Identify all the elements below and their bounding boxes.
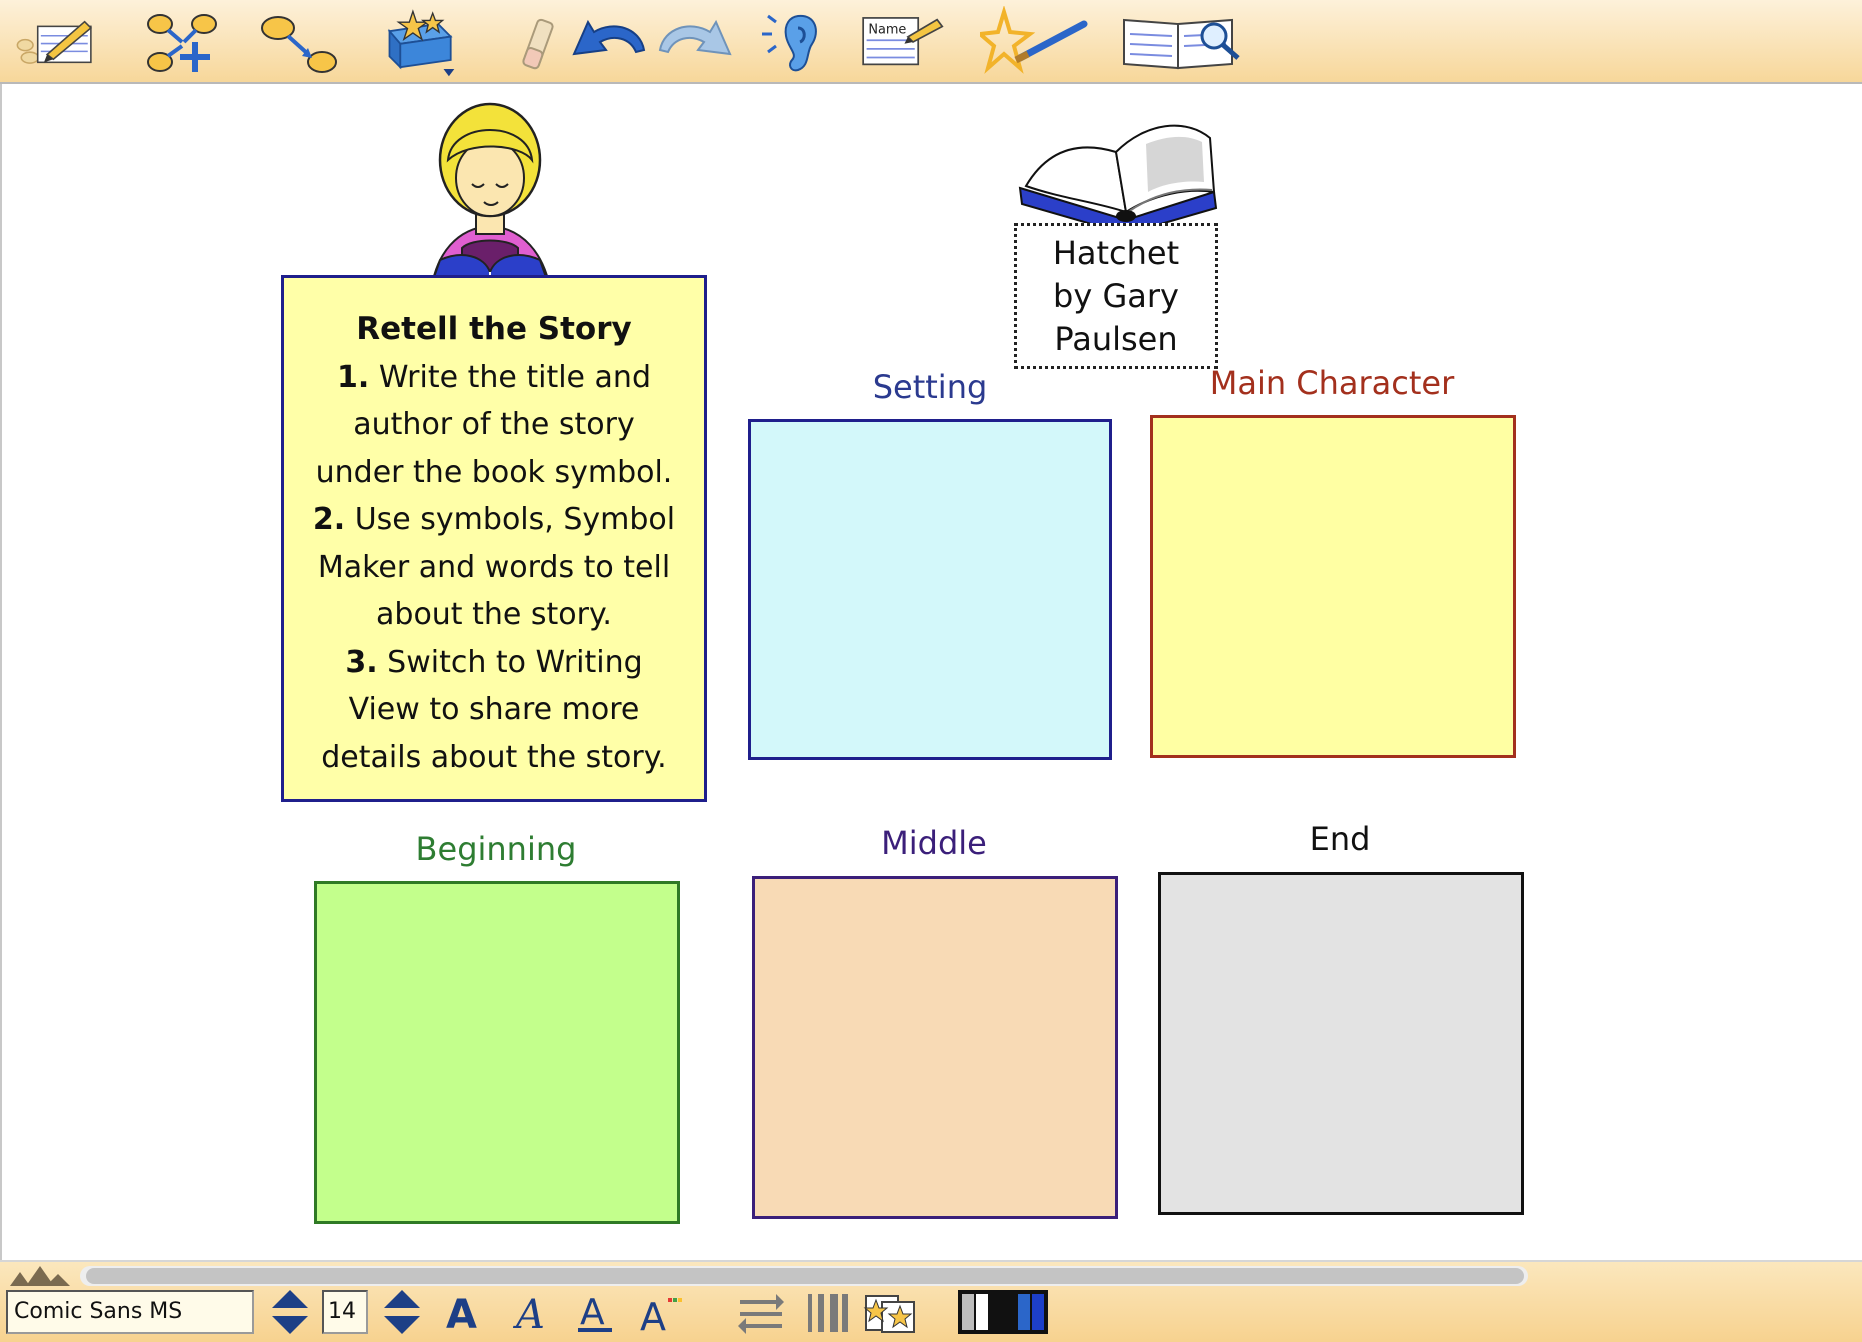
- instructions-title: Retell the Story: [356, 311, 632, 347]
- instructions-line: author of the story: [353, 407, 635, 442]
- name-icon[interactable]: Name: [858, 6, 944, 78]
- instructions-line: View to share more: [348, 692, 640, 727]
- create-link-icon[interactable]: [256, 6, 342, 78]
- overview-toggle-icon[interactable]: [6, 1262, 72, 1288]
- font-size-stepper-icon[interactable]: [270, 1288, 310, 1336]
- instructions-line: 1. Write the title and: [337, 359, 651, 395]
- instructions-line: about the story.: [376, 597, 612, 632]
- book-author-line: by Gary: [1053, 277, 1179, 315]
- symbol-maker-icon[interactable]: [975, 5, 1090, 78]
- listen-icon[interactable]: [758, 6, 844, 78]
- horizontal-scroll-thumb[interactable]: [86, 1268, 1524, 1284]
- svg-text:A: A: [446, 1292, 477, 1336]
- undo-icon[interactable]: [566, 6, 652, 78]
- svg-text:A: A: [512, 1292, 545, 1336]
- symbol-style-icon[interactable]: [862, 1288, 918, 1336]
- rapid-fire-icon[interactable]: [140, 6, 226, 78]
- instructions-line: 3. Switch to Writing: [345, 644, 643, 680]
- size-stepper-icon[interactable]: [382, 1288, 422, 1336]
- writing-view-icon[interactable]: [1118, 6, 1244, 78]
- girl-reading-symbol[interactable]: [400, 100, 580, 301]
- main-character-label: Main Character: [1209, 364, 1455, 402]
- middle-box[interactable]: [752, 876, 1118, 1219]
- italic-icon[interactable]: A: [510, 1288, 554, 1338]
- svg-text:Name: Name: [868, 22, 906, 37]
- redo-icon[interactable]: [652, 6, 738, 78]
- beginning-box[interactable]: [314, 881, 680, 1224]
- setting-label: Setting: [872, 368, 988, 406]
- instructions-line: Maker and words to tell: [317, 549, 671, 585]
- color-palette-icon[interactable]: [958, 1288, 1048, 1336]
- book-author-line: Paulsen: [1054, 320, 1178, 358]
- symbols-icon[interactable]: [378, 6, 464, 78]
- font-family-select[interactable]: Comic Sans MS: [6, 1290, 254, 1334]
- beginning-label: Beginning: [415, 830, 577, 868]
- step-number: 1.: [337, 359, 370, 395]
- step-number: 2.: [312, 502, 346, 537]
- underline-icon[interactable]: A: [574, 1288, 618, 1336]
- instructions-note[interactable]: Retell the Story 1. Write the title and …: [281, 275, 707, 802]
- line-style-icon[interactable]: [736, 1288, 786, 1336]
- main-toolbar: Name: [0, 0, 1862, 84]
- instructions-line: 2. Use symbols, Symbol: [312, 502, 676, 537]
- end-box[interactable]: [1158, 872, 1524, 1215]
- main-character-box[interactable]: [1150, 415, 1516, 758]
- book-title-note[interactable]: Hatchet by Gary Paulsen: [1014, 223, 1218, 369]
- font-size-field[interactable]: 14: [322, 1290, 368, 1334]
- book-symbol[interactable]: [1016, 112, 1220, 236]
- book-title: Hatchet: [1052, 234, 1180, 272]
- write-note-icon[interactable]: [8, 6, 94, 78]
- step-number: 3.: [345, 644, 378, 680]
- text-color-icon[interactable]: A: [638, 1288, 688, 1339]
- end-label: End: [1309, 820, 1371, 858]
- setting-box[interactable]: [748, 419, 1112, 760]
- line-thickness-icon[interactable]: [804, 1288, 850, 1336]
- middle-label: Middle: [881, 824, 987, 862]
- svg-text:A: A: [580, 1292, 605, 1333]
- svg-text:A: A: [640, 1295, 666, 1336]
- instructions-line: under the book symbol.: [315, 454, 673, 490]
- bold-icon[interactable]: A: [442, 1288, 486, 1338]
- instructions-line: details about the story.: [321, 739, 667, 775]
